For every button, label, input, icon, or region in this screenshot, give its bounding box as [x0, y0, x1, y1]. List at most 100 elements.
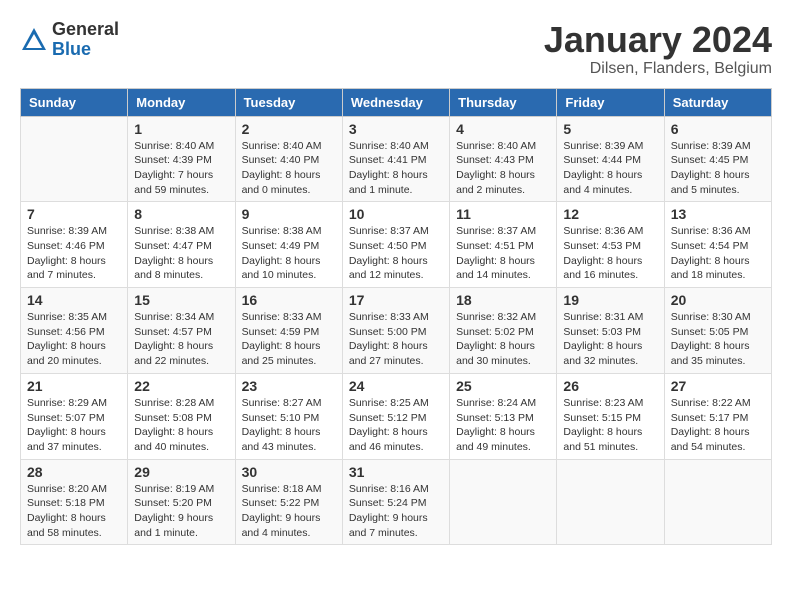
logo-blue-text: Blue	[52, 40, 119, 60]
day-number: 29	[134, 464, 228, 480]
header-day-monday: Monday	[128, 88, 235, 116]
day-number: 28	[27, 464, 121, 480]
cell-content: Sunrise: 8:22 AM Sunset: 5:17 PM Dayligh…	[671, 396, 765, 455]
day-number: 24	[349, 378, 443, 394]
calendar-cell: 5 Sunrise: 8:39 AM Sunset: 4:44 PM Daylig…	[557, 116, 664, 202]
cell-content: Sunrise: 8:34 AM Sunset: 4:57 PM Dayligh…	[134, 310, 228, 369]
calendar-cell: 9 Sunrise: 8:38 AM Sunset: 4:49 PM Daylig…	[235, 202, 342, 288]
cell-content: Sunrise: 8:40 AM Sunset: 4:41 PM Dayligh…	[349, 139, 443, 198]
header-day-saturday: Saturday	[664, 88, 771, 116]
calendar-cell: 18Sunrise: 8:32 AM Sunset: 5:02 PM Dayli…	[450, 288, 557, 374]
calendar-cell: 2 Sunrise: 8:40 AM Sunset: 4:40 PM Daylig…	[235, 116, 342, 202]
cell-content: Sunrise: 8:27 AM Sunset: 5:10 PM Dayligh…	[242, 396, 336, 455]
day-number: 18	[456, 292, 550, 308]
calendar-cell: 26 Sunrise: 8:23 AM Sunset: 5:15 PM Dayli…	[557, 373, 664, 459]
cell-content: Sunrise: 8:19 AM Sunset: 5:20 PM Dayligh…	[134, 482, 228, 541]
calendar-cell: 22Sunrise: 8:28 AM Sunset: 5:08 PM Dayli…	[128, 373, 235, 459]
day-number: 26	[563, 378, 657, 394]
day-number: 5	[563, 121, 657, 137]
calendar-cell: 16 Sunrise: 8:33 AM Sunset: 4:59 PM Dayli…	[235, 288, 342, 374]
cell-content: Sunrise: 8:39 AM Sunset: 4:46 PM Dayligh…	[27, 224, 121, 283]
calendar-cell: 14Sunrise: 8:35 AM Sunset: 4:56 PM Dayli…	[21, 288, 128, 374]
header-day-wednesday: Wednesday	[342, 88, 449, 116]
cell-content: Sunrise: 8:38 AM Sunset: 4:47 PM Dayligh…	[134, 224, 228, 283]
header-day-friday: Friday	[557, 88, 664, 116]
week-row-3: 21 Sunrise: 8:29 AM Sunset: 5:07 PM Dayli…	[21, 373, 772, 459]
cell-content: Sunrise: 8:30 AM Sunset: 5:05 PM Dayligh…	[671, 310, 765, 369]
cell-content: Sunrise: 8:20 AM Sunset: 5:18 PM Dayligh…	[27, 482, 121, 541]
cell-content: Sunrise: 8:36 AM Sunset: 4:53 PM Dayligh…	[563, 224, 657, 283]
cell-content: Sunrise: 8:16 AM Sunset: 5:24 PM Dayligh…	[349, 482, 443, 541]
calendar-cell	[21, 116, 128, 202]
day-number: 13	[671, 206, 765, 222]
calendar-cell: 23Sunrise: 8:27 AM Sunset: 5:10 PM Dayli…	[235, 373, 342, 459]
week-row-4: 28 Sunrise: 8:20 AM Sunset: 5:18 PM Dayli…	[21, 459, 772, 545]
logo-text: General Blue	[52, 20, 119, 60]
header-day-sunday: Sunday	[21, 88, 128, 116]
day-number: 31	[349, 464, 443, 480]
day-number: 8	[134, 206, 228, 222]
calendar-cell: 3 Sunrise: 8:40 AM Sunset: 4:41 PM Daylig…	[342, 116, 449, 202]
logo: General Blue	[20, 20, 119, 60]
calendar-cell: 31 Sunrise: 8:16 AM Sunset: 5:24 PM Dayli…	[342, 459, 449, 545]
cell-content: Sunrise: 8:23 AM Sunset: 5:15 PM Dayligh…	[563, 396, 657, 455]
month-year-title: January 2024	[544, 20, 772, 60]
calendar-cell: 10 Sunrise: 8:37 AM Sunset: 4:50 PM Dayli…	[342, 202, 449, 288]
header-row: SundayMondayTuesdayWednesdayThursdayFrid…	[21, 88, 772, 116]
cell-content: Sunrise: 8:40 AM Sunset: 4:39 PM Dayligh…	[134, 139, 228, 198]
calendar-cell: 8 Sunrise: 8:38 AM Sunset: 4:47 PM Daylig…	[128, 202, 235, 288]
title-block: January 2024 Dilsen, Flanders, Belgium	[544, 20, 772, 78]
cell-content: Sunrise: 8:40 AM Sunset: 4:43 PM Dayligh…	[456, 139, 550, 198]
cell-content: Sunrise: 8:37 AM Sunset: 4:50 PM Dayligh…	[349, 224, 443, 283]
cell-content: Sunrise: 8:25 AM Sunset: 5:12 PM Dayligh…	[349, 396, 443, 455]
cell-content: Sunrise: 8:39 AM Sunset: 4:44 PM Dayligh…	[563, 139, 657, 198]
cell-content: Sunrise: 8:24 AM Sunset: 5:13 PM Dayligh…	[456, 396, 550, 455]
calendar-cell: 13 Sunrise: 8:36 AM Sunset: 4:54 PM Dayli…	[664, 202, 771, 288]
calendar-cell: 19Sunrise: 8:31 AM Sunset: 5:03 PM Dayli…	[557, 288, 664, 374]
day-number: 2	[242, 121, 336, 137]
calendar-cell: 24 Sunrise: 8:25 AM Sunset: 5:12 PM Dayli…	[342, 373, 449, 459]
cell-content: Sunrise: 8:37 AM Sunset: 4:51 PM Dayligh…	[456, 224, 550, 283]
calendar-cell: 25 Sunrise: 8:24 AM Sunset: 5:13 PM Dayli…	[450, 373, 557, 459]
calendar-cell: 20Sunrise: 8:30 AM Sunset: 5:05 PM Dayli…	[664, 288, 771, 374]
calendar-body: 1 Sunrise: 8:40 AM Sunset: 4:39 PM Daylig…	[21, 116, 772, 545]
cell-content: Sunrise: 8:18 AM Sunset: 5:22 PM Dayligh…	[242, 482, 336, 541]
calendar-cell: 7 Sunrise: 8:39 AM Sunset: 4:46 PM Daylig…	[21, 202, 128, 288]
day-number: 25	[456, 378, 550, 394]
calendar-cell: 15 Sunrise: 8:34 AM Sunset: 4:57 PM Dayli…	[128, 288, 235, 374]
day-number: 19	[563, 292, 657, 308]
day-number: 15	[134, 292, 228, 308]
calendar-cell	[450, 459, 557, 545]
logo-icon	[20, 26, 48, 54]
day-number: 22	[134, 378, 228, 394]
calendar-table: SundayMondayTuesdayWednesdayThursdayFrid…	[20, 88, 772, 546]
header-day-thursday: Thursday	[450, 88, 557, 116]
day-number: 6	[671, 121, 765, 137]
header-day-tuesday: Tuesday	[235, 88, 342, 116]
cell-content: Sunrise: 8:36 AM Sunset: 4:54 PM Dayligh…	[671, 224, 765, 283]
cell-content: Sunrise: 8:40 AM Sunset: 4:40 PM Dayligh…	[242, 139, 336, 198]
calendar-cell: 4Sunrise: 8:40 AM Sunset: 4:43 PM Daylig…	[450, 116, 557, 202]
calendar-cell	[557, 459, 664, 545]
day-number: 3	[349, 121, 443, 137]
day-number: 10	[349, 206, 443, 222]
cell-content: Sunrise: 8:29 AM Sunset: 5:07 PM Dayligh…	[27, 396, 121, 455]
day-number: 17	[349, 292, 443, 308]
day-number: 7	[27, 206, 121, 222]
location-subtitle: Dilsen, Flanders, Belgium	[544, 60, 772, 78]
calendar-cell: 27Sunrise: 8:22 AM Sunset: 5:17 PM Dayli…	[664, 373, 771, 459]
day-number: 1	[134, 121, 228, 137]
calendar-cell: 11Sunrise: 8:37 AM Sunset: 4:51 PM Dayli…	[450, 202, 557, 288]
calendar-cell: 29 Sunrise: 8:19 AM Sunset: 5:20 PM Dayli…	[128, 459, 235, 545]
cell-content: Sunrise: 8:38 AM Sunset: 4:49 PM Dayligh…	[242, 224, 336, 283]
day-number: 9	[242, 206, 336, 222]
cell-content: Sunrise: 8:39 AM Sunset: 4:45 PM Dayligh…	[671, 139, 765, 198]
page-header: General Blue January 2024 Dilsen, Flande…	[20, 20, 772, 78]
calendar-cell: 12Sunrise: 8:36 AM Sunset: 4:53 PM Dayli…	[557, 202, 664, 288]
day-number: 21	[27, 378, 121, 394]
cell-content: Sunrise: 8:35 AM Sunset: 4:56 PM Dayligh…	[27, 310, 121, 369]
calendar-cell: 6 Sunrise: 8:39 AM Sunset: 4:45 PM Daylig…	[664, 116, 771, 202]
day-number: 16	[242, 292, 336, 308]
calendar-header: SundayMondayTuesdayWednesdayThursdayFrid…	[21, 88, 772, 116]
cell-content: Sunrise: 8:33 AM Sunset: 4:59 PM Dayligh…	[242, 310, 336, 369]
